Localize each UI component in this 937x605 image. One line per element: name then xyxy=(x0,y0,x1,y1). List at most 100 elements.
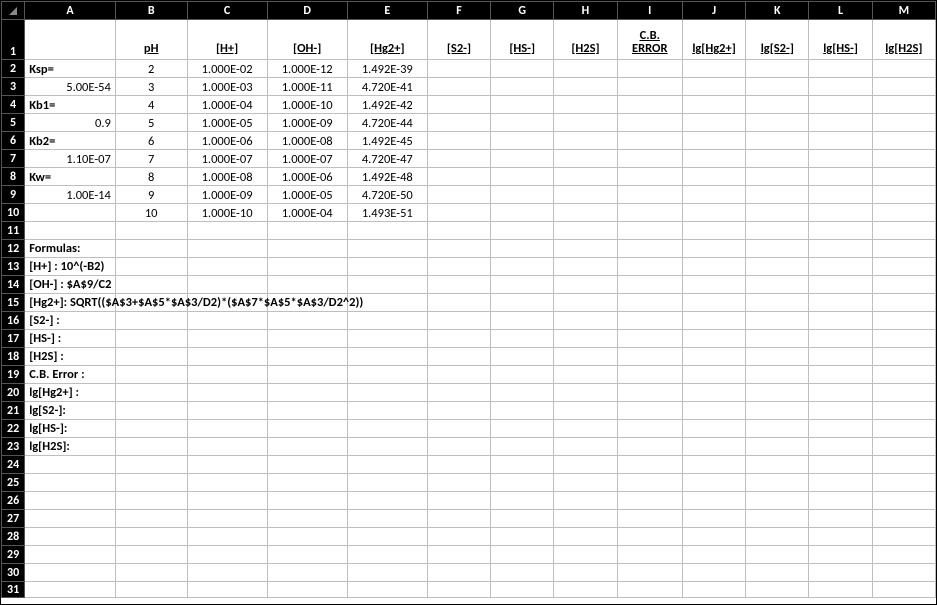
column-header-row[interactable]: A B C D E F G H I J K L M xyxy=(2,2,936,20)
cell-E31[interactable] xyxy=(347,582,427,598)
cell-K13[interactable] xyxy=(746,258,809,276)
cell-L6[interactable] xyxy=(809,132,872,150)
cell-J26[interactable] xyxy=(682,492,745,510)
cell-C7[interactable]: 1.000E-07 xyxy=(187,150,267,168)
cell-A19[interactable]: C.B. Error : xyxy=(25,366,116,384)
cell-E16[interactable] xyxy=(347,312,427,330)
row-header-15[interactable]: 15 xyxy=(2,294,25,312)
cell-F30[interactable] xyxy=(427,564,490,582)
cell-D5[interactable]: 1.000E-09 xyxy=(267,114,347,132)
cell-F23[interactable] xyxy=(427,438,490,456)
cell-L4[interactable] xyxy=(809,96,872,114)
cell-B20[interactable] xyxy=(115,384,187,402)
cell-A20[interactable]: lg[Hg2+] : xyxy=(25,384,116,402)
cell-G4[interactable] xyxy=(491,96,554,114)
cell-A31[interactable] xyxy=(25,582,116,598)
cell-G9[interactable] xyxy=(491,186,554,204)
cell-H29[interactable] xyxy=(554,546,617,564)
cell-K26[interactable] xyxy=(746,492,809,510)
cell-K10[interactable] xyxy=(746,204,809,222)
cell-F18[interactable] xyxy=(427,348,490,366)
cell-B19[interactable] xyxy=(115,366,187,384)
cell-M27[interactable] xyxy=(872,510,935,528)
cell-E22[interactable] xyxy=(347,420,427,438)
cell-B27[interactable] xyxy=(115,510,187,528)
cell-L17[interactable] xyxy=(809,330,872,348)
cell-G16[interactable] xyxy=(491,312,554,330)
cell-I31[interactable] xyxy=(617,582,682,598)
cell-F22[interactable] xyxy=(427,420,490,438)
cell-I27[interactable] xyxy=(617,510,682,528)
cell-C20[interactable] xyxy=(187,384,267,402)
cell-F24[interactable] xyxy=(427,456,490,474)
cell-G8[interactable] xyxy=(491,168,554,186)
row-header-18[interactable]: 18 xyxy=(2,348,25,366)
cell-E29[interactable] xyxy=(347,546,427,564)
cell-G5[interactable] xyxy=(491,114,554,132)
cell-D29[interactable] xyxy=(267,546,347,564)
cell-K25[interactable] xyxy=(746,474,809,492)
cell-I16[interactable] xyxy=(617,312,682,330)
cell-D27[interactable] xyxy=(267,510,347,528)
cell-A5[interactable]: 0.9 xyxy=(25,114,116,132)
cell-D24[interactable] xyxy=(267,456,347,474)
row-25[interactable]: 25 xyxy=(2,474,936,492)
cell-L3[interactable] xyxy=(809,78,872,96)
cell-I13[interactable] xyxy=(617,258,682,276)
row-15[interactable]: 15[Hg2+]: SQRT(($A$3+$A$5*$A$3/D2)*($A$7… xyxy=(2,294,936,312)
cell-B23[interactable] xyxy=(115,438,187,456)
cell-G2[interactable] xyxy=(491,60,554,78)
cell-I30[interactable] xyxy=(617,564,682,582)
cell-M25[interactable] xyxy=(872,474,935,492)
cell-M21[interactable] xyxy=(872,402,935,420)
cell-H23[interactable] xyxy=(554,438,617,456)
cell-B24[interactable] xyxy=(115,456,187,474)
cell-I14[interactable] xyxy=(617,276,682,294)
cell-G13[interactable] xyxy=(491,258,554,276)
cell-I18[interactable] xyxy=(617,348,682,366)
cell-J17[interactable] xyxy=(682,330,745,348)
cell-M19[interactable] xyxy=(872,366,935,384)
cell-F27[interactable] xyxy=(427,510,490,528)
cell-A13[interactable]: [H+] : 10^(-B2) xyxy=(25,258,116,276)
cell-L15[interactable] xyxy=(809,294,872,312)
cell-F4[interactable] xyxy=(427,96,490,114)
cell-L13[interactable] xyxy=(809,258,872,276)
cell-K24[interactable] xyxy=(746,456,809,474)
cell-E30[interactable] xyxy=(347,564,427,582)
cell-M5[interactable] xyxy=(872,114,935,132)
cell-E3[interactable]: 4.720E-41 xyxy=(347,78,427,96)
cell-M9[interactable] xyxy=(872,186,935,204)
row-14[interactable]: 14[OH-] : $A$9/C2 xyxy=(2,276,936,294)
cell-M26[interactable] xyxy=(872,492,935,510)
cell-M3[interactable] xyxy=(872,78,935,96)
cell-D2[interactable]: 1.000E-12 xyxy=(267,60,347,78)
cell-C2[interactable]: 1.000E-02 xyxy=(187,60,267,78)
cell-F3[interactable] xyxy=(427,78,490,96)
cell-I5[interactable] xyxy=(617,114,682,132)
cell-B12[interactable] xyxy=(115,240,187,258)
cell-A28[interactable] xyxy=(25,528,116,546)
cell-F1[interactable]: [S2-] xyxy=(427,20,490,60)
cell-D8[interactable]: 1.000E-06 xyxy=(267,168,347,186)
row-header-10[interactable]: 10 xyxy=(2,204,25,222)
cell-A25[interactable] xyxy=(25,474,116,492)
cell-E26[interactable] xyxy=(347,492,427,510)
cell-G17[interactable] xyxy=(491,330,554,348)
cell-I23[interactable] xyxy=(617,438,682,456)
cell-F16[interactable] xyxy=(427,312,490,330)
row-header-29[interactable]: 29 xyxy=(2,546,25,564)
cell-K31[interactable] xyxy=(746,582,809,598)
cell-J6[interactable] xyxy=(682,132,745,150)
cell-J21[interactable] xyxy=(682,402,745,420)
cell-C23[interactable] xyxy=(187,438,267,456)
cell-K29[interactable] xyxy=(746,546,809,564)
cell-A26[interactable] xyxy=(25,492,116,510)
cell-A1[interactable] xyxy=(25,20,116,60)
cell-J8[interactable] xyxy=(682,168,745,186)
cell-G20[interactable] xyxy=(491,384,554,402)
cell-H25[interactable] xyxy=(554,474,617,492)
cell-G14[interactable] xyxy=(491,276,554,294)
row-28[interactable]: 28 xyxy=(2,528,936,546)
cell-I29[interactable] xyxy=(617,546,682,564)
